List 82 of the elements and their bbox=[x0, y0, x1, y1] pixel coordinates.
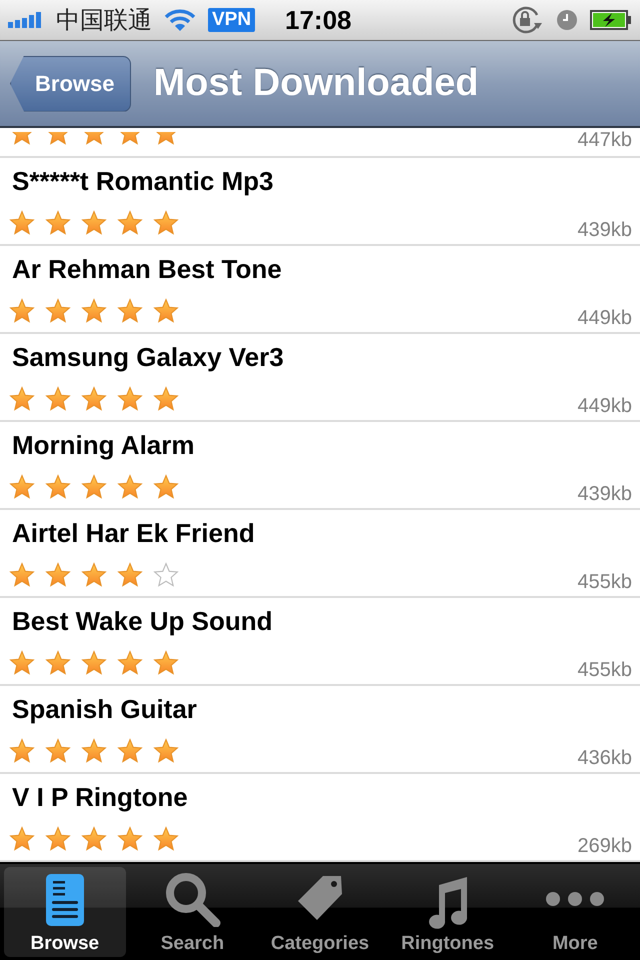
filled-star-icon bbox=[117, 562, 143, 588]
ringtone-title: Morning Alarm bbox=[12, 430, 196, 461]
filled-star-icon bbox=[117, 298, 143, 324]
filled-star-icon bbox=[153, 474, 179, 500]
file-size: 449kb bbox=[578, 395, 632, 418]
filled-star-icon bbox=[45, 650, 71, 676]
filled-star-icon bbox=[153, 738, 179, 764]
carrier-name: 中国联通 bbox=[56, 6, 152, 36]
filled-star-icon bbox=[117, 826, 143, 852]
battery-icon bbox=[590, 10, 632, 30]
filled-star-icon bbox=[45, 298, 71, 324]
filled-star-icon bbox=[117, 474, 143, 500]
filled-star-icon bbox=[153, 298, 179, 324]
filled-star-icon bbox=[81, 210, 107, 236]
filled-star-icon bbox=[45, 474, 71, 500]
ringtone-title: S*****t Romantic Mp3 bbox=[12, 166, 274, 197]
tab-bar-item[interactable]: More bbox=[514, 867, 636, 957]
tab-bar-item[interactable]: Search bbox=[132, 867, 254, 957]
file-size: 455kb bbox=[578, 571, 632, 594]
tab-bar-item[interactable]: Ringtones bbox=[386, 867, 508, 957]
filled-star-icon bbox=[9, 298, 35, 324]
alarm-clock-icon bbox=[556, 9, 578, 31]
rotation-lock-icon bbox=[510, 5, 544, 35]
file-size: 455kb bbox=[578, 659, 632, 682]
filled-star-icon bbox=[9, 562, 35, 588]
filled-star-icon bbox=[45, 738, 71, 764]
filled-star-icon bbox=[153, 386, 179, 412]
filled-star-icon bbox=[117, 386, 143, 412]
filled-star-icon bbox=[45, 386, 71, 412]
filled-star-icon bbox=[117, 738, 143, 764]
filled-star-icon bbox=[153, 826, 179, 852]
filled-star-icon bbox=[153, 650, 179, 676]
filled-star-icon bbox=[81, 474, 107, 500]
wifi-icon bbox=[164, 9, 196, 31]
file-size: 439kb bbox=[578, 219, 632, 242]
file-size: 449kb bbox=[578, 307, 632, 330]
filled-star-icon bbox=[117, 210, 143, 236]
filled-star-icon bbox=[81, 298, 107, 324]
ringtone-row[interactable]: Ar Rehman Best Tone 449kb bbox=[0, 246, 640, 334]
clock-time: 17:08 bbox=[285, 4, 352, 36]
ringtone-row[interactable]: Best Wake Up Sound 455kb bbox=[0, 598, 640, 686]
filled-star-icon bbox=[81, 562, 107, 588]
ringtone-title: Best Wake Up Sound bbox=[12, 606, 274, 637]
file-size: 436kb bbox=[578, 747, 632, 770]
filled-star-icon bbox=[45, 826, 71, 852]
file-size: 269kb bbox=[578, 835, 632, 858]
tab-bar-item[interactable]: Categories bbox=[259, 867, 381, 957]
ringtone-title: Airtel Har Ek Friend bbox=[12, 518, 256, 549]
ringtone-row[interactable]: Morning Alarm 439kb bbox=[0, 422, 640, 510]
tab-bar-item[interactable]: Browse bbox=[4, 867, 126, 957]
more-icon bbox=[545, 891, 606, 907]
filled-star-icon bbox=[9, 386, 35, 412]
file-size: 447kb bbox=[578, 129, 632, 152]
ringtone-row[interactable]: Spanish Guitar 436kb bbox=[0, 686, 640, 774]
filled-star-icon bbox=[9, 210, 35, 236]
filled-star-icon bbox=[81, 386, 107, 412]
filled-star-icon bbox=[45, 562, 71, 588]
filled-star-icon bbox=[81, 738, 107, 764]
filled-star-icon bbox=[81, 826, 107, 852]
filled-star-icon bbox=[45, 210, 71, 236]
document-icon bbox=[44, 873, 85, 927]
ringtone-title: V I P Ringtone bbox=[12, 782, 189, 813]
back-button[interactable]: Browse bbox=[10, 56, 132, 112]
ringtone-row[interactable]: S*****t Romantic Mp3 439kb bbox=[0, 158, 640, 246]
filled-star-icon bbox=[153, 210, 179, 236]
ringtone-title: Samsung Galaxy Ver3 bbox=[12, 342, 285, 373]
signal-icon bbox=[8, 12, 44, 28]
filled-star-icon bbox=[81, 650, 107, 676]
screen-title: Most Downloaded bbox=[153, 62, 479, 105]
ringtone-row[interactable]: Airtel Har Ek Friend 455kb bbox=[0, 510, 640, 598]
empty-star-icon bbox=[153, 562, 179, 588]
ringtone-row[interactable]: 447kb bbox=[0, 128, 640, 158]
filled-star-icon bbox=[9, 738, 35, 764]
ringtone-title: Spanish Guitar bbox=[12, 694, 198, 725]
ringtone-row[interactable]: Samsung Galaxy Ver3 449kb bbox=[0, 334, 640, 422]
filled-star-icon bbox=[9, 650, 35, 676]
file-size: 439kb bbox=[578, 483, 632, 506]
filled-star-icon bbox=[9, 474, 35, 500]
filled-star-icon bbox=[9, 826, 35, 852]
ringtone-title: Ar Rehman Best Tone bbox=[12, 254, 283, 285]
vpn-badge: VPN bbox=[208, 8, 256, 32]
filled-star-icon bbox=[117, 650, 143, 676]
